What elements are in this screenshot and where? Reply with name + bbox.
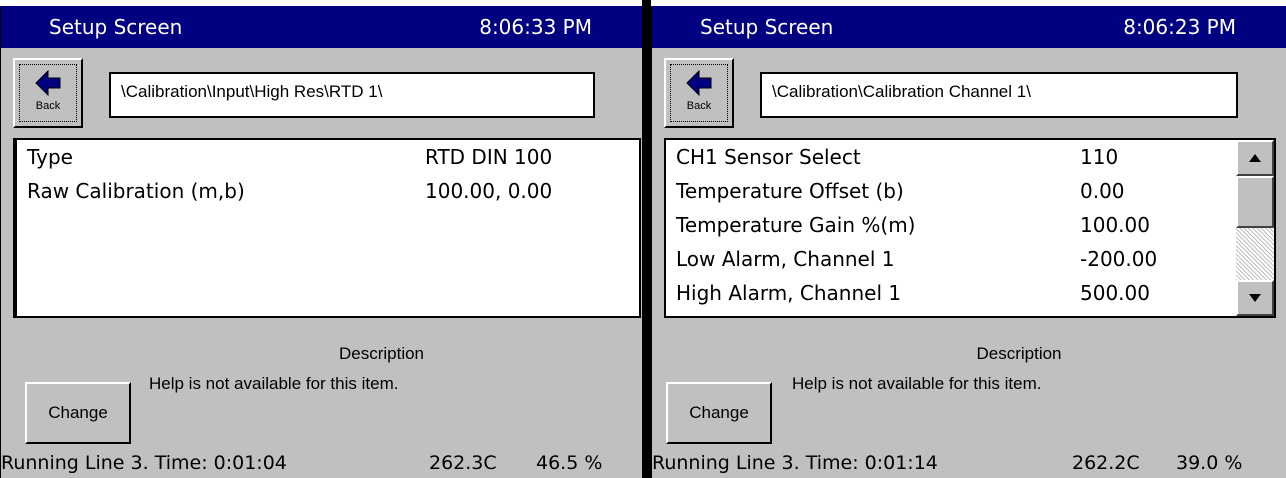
scroll-thumb[interactable]	[1236, 176, 1274, 228]
item-label: Temperature Offset (b)	[676, 179, 904, 203]
change-button[interactable]: Change	[666, 382, 772, 444]
title-bar: Setup Screen 8:06:23 PM	[652, 6, 1286, 48]
item-label: Low Alarm, Channel 1	[676, 247, 895, 271]
status-percent: 46.5 %	[536, 452, 603, 474]
screen-title: Setup Screen	[700, 15, 834, 39]
item-value: -200.00	[1080, 247, 1158, 271]
vertical-scrollbar[interactable]	[1236, 140, 1274, 316]
status-bar: Running Line 3. Time: 0:01:14 262.2C 39.…	[652, 452, 1286, 478]
item-label: Raw Calibration (m,b)	[27, 179, 245, 203]
item-label: High Alarm, Channel 1	[676, 281, 902, 305]
item-label: CH1 Sensor Select	[676, 145, 861, 169]
setup-screen-right: Setup Screen 8:06:23 PM Back \Calibratio…	[651, 6, 1286, 478]
settings-list[interactable]: Type RTD DIN 100 Raw Calibration (m,b) 1…	[13, 138, 641, 318]
back-button[interactable]: Back	[13, 58, 83, 128]
description-text: Help is not available for this item.	[792, 374, 1042, 393]
item-label: Temperature Gain %(m)	[676, 213, 916, 237]
back-button[interactable]: Back	[664, 58, 734, 128]
clock: 8:06:33 PM	[479, 15, 592, 39]
scroll-down-button[interactable]	[1236, 280, 1274, 316]
status-percent: 39.0 %	[1176, 452, 1243, 474]
item-value: RTD DIN 100	[425, 145, 553, 169]
left-arrow-icon	[35, 70, 61, 96]
path-field: \Calibration\Input\High Res\RTD 1\	[109, 72, 595, 118]
status-line: Running Line 3. Time: 0:01:04	[1, 452, 287, 474]
scroll-up-button[interactable]	[1236, 140, 1274, 176]
status-temperature: 262.3C	[429, 452, 497, 474]
item-value: 0.00	[1080, 179, 1125, 203]
panel-divider	[642, 0, 651, 478]
screen-title: Setup Screen	[49, 15, 183, 39]
status-bar: Running Line 3. Time: 0:01:04 262.3C 46.…	[1, 452, 642, 478]
status-line: Running Line 3. Time: 0:01:14	[652, 452, 938, 474]
item-value: 100.00, 0.00	[425, 179, 553, 203]
setup-screen-left: Setup Screen 8:06:33 PM Back \Calibratio…	[0, 6, 642, 478]
item-label: Type	[27, 145, 73, 169]
scroll-track[interactable]	[1236, 228, 1274, 280]
triangle-up-icon	[1249, 154, 1261, 162]
item-value: 110	[1080, 145, 1119, 169]
title-bar: Setup Screen 8:06:33 PM	[1, 6, 642, 48]
settings-list[interactable]: CH1 Sensor Select 110 Temperature Offset…	[664, 138, 1276, 318]
path-field: \Calibration\Calibration Channel 1\	[760, 72, 1238, 118]
description-heading: Description	[338, 344, 425, 363]
item-value: 100.00	[1080, 213, 1150, 237]
description-heading: Description	[976, 344, 1062, 363]
status-temperature: 262.2C	[1072, 452, 1140, 474]
triangle-down-icon	[1249, 294, 1261, 302]
item-value: 500.00	[1080, 281, 1150, 305]
clock: 8:06:23 PM	[1123, 15, 1236, 39]
back-label: Back	[35, 100, 61, 112]
description-text: Help is not available for this item.	[149, 374, 399, 393]
change-button[interactable]: Change	[25, 382, 131, 444]
back-label: Back	[686, 100, 712, 112]
left-arrow-icon	[686, 70, 712, 96]
